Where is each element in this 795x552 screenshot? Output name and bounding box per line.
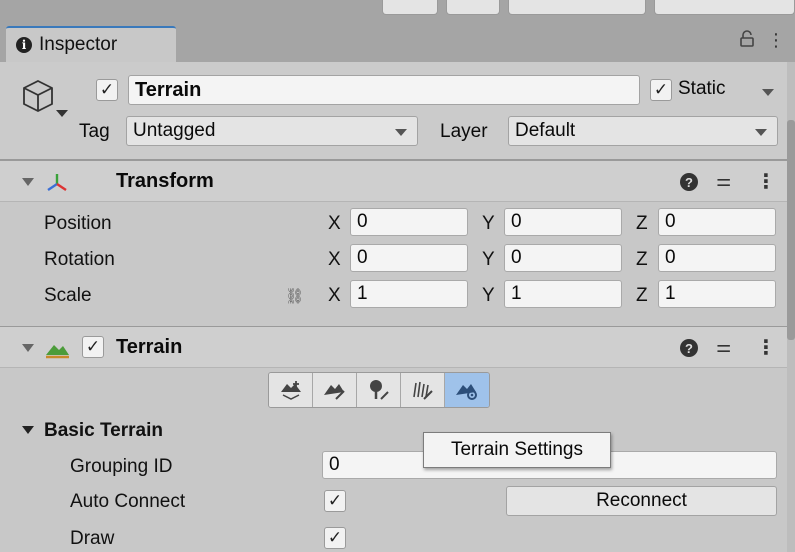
terrain-title: Terrain [116,336,183,358]
chevron-down-icon[interactable] [56,110,68,117]
scale-x-field[interactable]: 1 [350,280,468,308]
top-toolbar-button[interactable] [654,0,795,15]
object-header: ✓ Terrain ✓ Static Tag Untagged Layer De… [0,62,795,160]
auto-connect-checkbox[interactable]: ✓ [324,490,346,512]
foldout-arrow-icon[interactable] [22,344,34,352]
axis-z-label[interactable]: Z [636,213,648,235]
draw-checkbox[interactable]: ✓ [324,527,346,549]
terrain-icon [46,345,69,359]
tab-actions: ⋮ [739,30,785,53]
constrain-proportions-icon[interactable]: ⛓ [285,287,304,305]
foldout-arrow-icon[interactable] [22,178,34,186]
axis-y-label[interactable]: Y [482,249,495,271]
axis-x-label[interactable]: X [328,213,341,235]
layer-value: Default [515,120,576,141]
tab-bar: i Inspector ⋮ [0,22,795,62]
tab-inspector[interactable]: i Inspector [6,26,176,62]
rotation-y-field[interactable]: 0 [504,244,622,272]
position-x-field[interactable]: 0 [350,208,468,236]
top-toolbar-button[interactable] [382,0,438,15]
auto-connect-label: Auto Connect [70,491,186,512]
terrain-tools-toolbar [268,372,490,408]
component-menu-icon[interactable]: ⋮ [756,169,776,194]
paint-details-icon [412,381,433,400]
static-checkbox[interactable]: ✓ [650,79,672,101]
grouping-id-label: Grouping ID [70,456,173,477]
paint-trees-icon [369,380,389,400]
axis-y-label[interactable]: Y [482,213,495,235]
checkmark-icon: ✓ [85,337,101,356]
layer-label: Layer [440,121,488,142]
rotation-z-field[interactable]: 0 [658,244,776,272]
layer-dropdown[interactable]: Default [508,116,778,146]
component-menu-icon[interactable]: ⋮ [756,335,776,360]
transform-icon [47,174,67,191]
scrollbar-thumb[interactable] [787,120,795,340]
create-neighbor-terrains-button[interactable] [269,373,313,407]
scale-label: Scale [44,285,92,306]
object-name-field[interactable]: Terrain [128,75,640,105]
tag-value: Untagged [133,120,216,141]
axis-y-label[interactable]: Y [482,285,495,307]
foldout-arrow-icon[interactable] [22,426,34,434]
axis-z-label[interactable]: Z [636,249,648,271]
axis-z-label[interactable]: Z [636,285,648,307]
scale-z-field[interactable]: 1 [658,280,776,308]
top-toolbar-button[interactable] [508,0,646,15]
paint-details-button[interactable] [401,373,445,407]
static-label: Static [678,78,726,99]
help-icon[interactable]: ? [680,173,698,191]
top-strip [0,0,795,22]
paint-trees-button[interactable] [357,373,401,407]
rotation-label: Rotation [44,249,115,270]
terrain-enabled-checkbox[interactable]: ✓ [82,336,104,358]
chevron-down-icon [395,129,407,136]
tag-label: Tag [79,121,110,142]
top-toolbar-button[interactable] [446,0,500,15]
paint-terrain-icon [323,384,345,400]
position-y-field[interactable]: 0 [504,208,622,236]
tab-menu-icon[interactable]: ⋮ [767,30,785,53]
paint-terrain-button[interactable] [313,373,357,407]
position-z-field[interactable]: 0 [658,208,776,236]
basic-terrain-section-title[interactable]: Basic Terrain [44,420,163,442]
tag-dropdown[interactable]: Untagged [126,116,418,146]
checkmark-icon: ✓ [327,528,343,547]
transform-title: Transform [116,170,214,192]
terrain-component-header[interactable]: ✓ Terrain ? ⚌ ⋮ [0,326,795,368]
chevron-down-icon [755,129,767,136]
reconnect-button[interactable]: Reconnect [506,486,777,516]
static-dropdown-icon[interactable] [762,89,774,96]
presets-icon[interactable]: ⚌ [716,337,731,357]
active-checkbox[interactable]: ✓ [96,79,118,101]
checkmark-icon: ✓ [327,491,343,510]
draw-label: Draw [70,528,115,549]
tab-label: Inspector [39,34,118,55]
checkmark-icon: ✓ [99,80,115,99]
terrain-settings-button[interactable] [445,373,489,407]
scale-y-field[interactable]: 1 [504,280,622,308]
gameobject-icon[interactable] [20,78,56,114]
lock-icon[interactable] [739,30,755,53]
terrain-settings-icon [456,384,477,400]
axis-x-label[interactable]: X [328,285,341,307]
create-neighbor-terrains-icon [280,381,301,400]
presets-icon[interactable]: ⚌ [716,171,731,191]
position-label: Position [44,213,112,234]
checkmark-icon: ✓ [653,80,669,99]
rotation-x-field[interactable]: 0 [350,244,468,272]
info-icon: i [16,37,32,53]
transform-header[interactable]: Transform ? ⚌ ⋮ [0,160,795,202]
terrain-settings-tooltip: Terrain Settings [423,432,611,468]
help-icon[interactable]: ? [680,339,698,357]
axis-x-label[interactable]: X [328,249,341,271]
